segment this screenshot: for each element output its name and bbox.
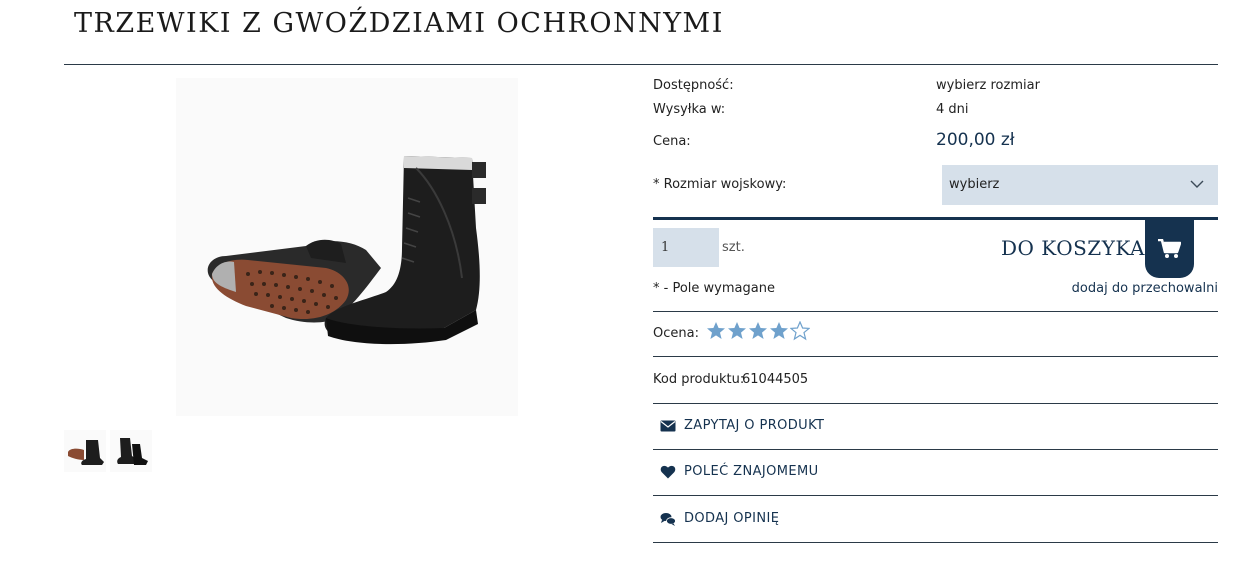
envelope-icon	[660, 420, 676, 432]
chevron-down-icon	[1190, 180, 1204, 188]
ask-about-product-button[interactable]: ZAPYTAJ O PRODUKT	[653, 403, 1218, 449]
availability-label: Dostępność:	[653, 78, 734, 93]
boots-image	[207, 156, 486, 345]
rating-label: Ocena:	[653, 326, 699, 341]
star-icon[interactable]	[727, 321, 747, 341]
star-icon[interactable]	[769, 321, 789, 341]
add-to-cart-label[interactable]: DO KOSZYKA	[1001, 236, 1145, 260]
size-label: * Rozmiar wojskowy:	[653, 177, 787, 192]
size-select-value: wybierz	[949, 177, 1000, 192]
product-info-panel: Dostępność: wybierz rozmiar Wysyłka w: 4…	[653, 0, 1218, 564]
star-icon[interactable]	[748, 321, 768, 341]
product-main-image[interactable]	[176, 78, 518, 416]
heart-icon	[660, 465, 676, 479]
recommend-button[interactable]: POLEĆ ZNAJOMEMU	[653, 449, 1218, 495]
divider	[653, 311, 1218, 312]
cart-bar-divider	[653, 217, 1218, 220]
star-icon[interactable]	[790, 321, 810, 341]
availability-value: wybierz rozmiar	[936, 78, 1040, 93]
required-note: * - Pole wymagane	[653, 281, 775, 296]
quantity-unit: szt.	[722, 240, 745, 255]
add-to-cart-button[interactable]	[1145, 219, 1194, 278]
add-to-wishlist-link[interactable]: dodaj do przechowalni	[1072, 281, 1218, 296]
add-review-label: DODAJ OPINIĘ	[684, 511, 780, 526]
product-code-value: 61044505	[742, 372, 809, 387]
thumbnail-2[interactable]	[110, 430, 152, 472]
recommend-label: POLEĆ ZNAJOMEMU	[684, 464, 819, 479]
add-review-button[interactable]: DODAJ OPINIĘ	[653, 496, 1218, 542]
quantity-input[interactable]	[653, 228, 719, 267]
divider	[653, 542, 1218, 543]
page-title: TRZEWIKI Z GWOŹDZIAMI OCHRONNYMI	[74, 8, 724, 39]
cart-icon	[1158, 239, 1181, 258]
size-select[interactable]: wybierz	[942, 165, 1218, 205]
thumbnail-1[interactable]	[64, 430, 106, 472]
thumbnail-list	[64, 430, 152, 472]
divider	[653, 356, 1218, 357]
shipping-label: Wysyłka w:	[653, 102, 726, 117]
star-icon[interactable]	[706, 321, 726, 341]
rating-stars[interactable]	[706, 321, 810, 341]
price-label: Cena:	[653, 134, 691, 149]
shipping-value: 4 dni	[936, 102, 969, 117]
ask-about-product-label: ZAPYTAJ O PRODUKT	[684, 418, 825, 433]
product-code-label: Kod produktu:	[653, 372, 745, 387]
price-value: 200,00 zł	[936, 130, 1015, 150]
comments-icon	[660, 513, 676, 526]
